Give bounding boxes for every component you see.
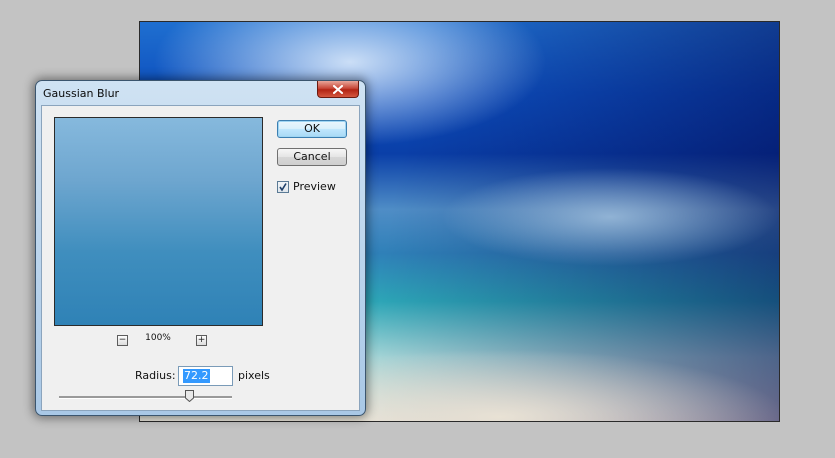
dialog-title: Gaussian Blur [43, 87, 120, 100]
gaussian-blur-dialog: Gaussian Blur − 100% + OK Cancel Preview… [35, 80, 366, 416]
zoom-in-icon: + [197, 335, 206, 345]
close-button[interactable] [317, 81, 359, 98]
zoom-in-button[interactable]: + [196, 335, 207, 346]
radius-slider-track[interactable] [59, 396, 232, 399]
close-x-icon [333, 84, 343, 94]
preview-pane[interactable] [54, 117, 263, 326]
dialog-body: − 100% + OK Cancel Preview Radius: 72.2 … [41, 105, 360, 411]
zoom-out-icon: − [118, 335, 127, 345]
checkmark-icon [279, 183, 287, 192]
radius-unit-label: pixels [238, 369, 270, 382]
zoom-out-button[interactable]: − [117, 335, 128, 346]
zoom-level: 100% [145, 333, 171, 343]
radius-value: 72.2 [183, 369, 210, 383]
radius-input[interactable]: 72.2 [178, 366, 233, 386]
dialog-titlebar[interactable]: Gaussian Blur [36, 81, 365, 105]
radius-slider-thumb[interactable] [184, 390, 194, 402]
radius-label: Radius: [135, 369, 176, 382]
cancel-button[interactable]: Cancel [277, 148, 347, 166]
preview-checkbox-label: Preview [293, 180, 336, 193]
preview-checkbox[interactable] [277, 181, 289, 193]
ok-button[interactable]: OK [277, 120, 347, 138]
